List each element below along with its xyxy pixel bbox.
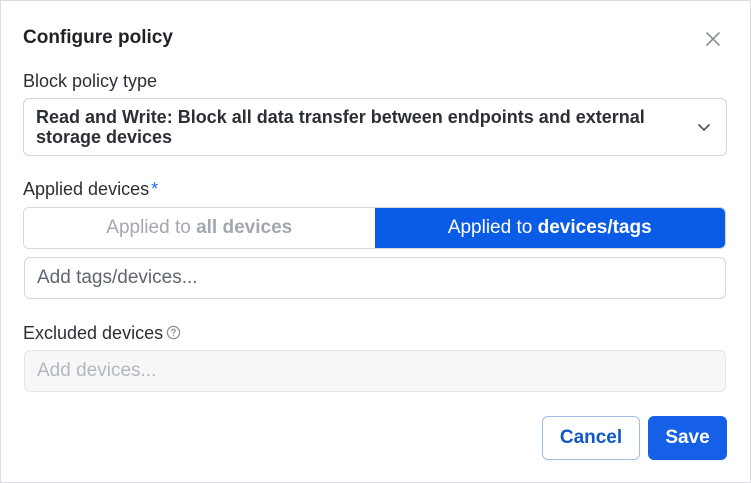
option-prefix: Applied to [106,217,197,238]
option-emphasis: all devices [196,217,293,238]
close-icon [706,32,720,46]
applied-to-all-devices-option[interactable]: Applied to all devices [24,208,375,248]
excluded-devices-label: Excluded devices [23,323,181,344]
applied-to-devices-tags-option[interactable]: Applied to devices/tags [374,208,725,248]
applied-devices-toggle: Applied to all devices Applied to device… [23,207,726,249]
option-prefix: Applied to [447,217,538,238]
applied-devices-label-text: Applied devices [23,179,150,199]
excluded-devices-label-text: Excluded devices [23,323,164,343]
chevron-down-icon [698,124,710,131]
block-policy-type-label: Block policy type [23,71,158,91]
option-emphasis: devices/tags [537,217,652,238]
close-button[interactable] [701,27,725,51]
add-excluded-devices-input[interactable] [24,350,726,392]
applied-devices-label: Applied devices * [23,179,158,200]
help-icon[interactable] [166,325,181,340]
block-policy-type-value: Read and Write: Block all data transfer … [36,107,645,147]
save-button[interactable]: Save [648,416,727,460]
block-policy-type-select[interactable]: Read and Write: Block all data transfer … [23,98,727,156]
dialog-title: Configure policy [23,27,173,48]
cancel-button[interactable]: Cancel [542,416,640,460]
required-marker: * [151,179,159,199]
configure-policy-dialog: Configure policy Block policy type Read … [0,0,751,483]
add-tags-devices-input[interactable] [24,257,726,299]
